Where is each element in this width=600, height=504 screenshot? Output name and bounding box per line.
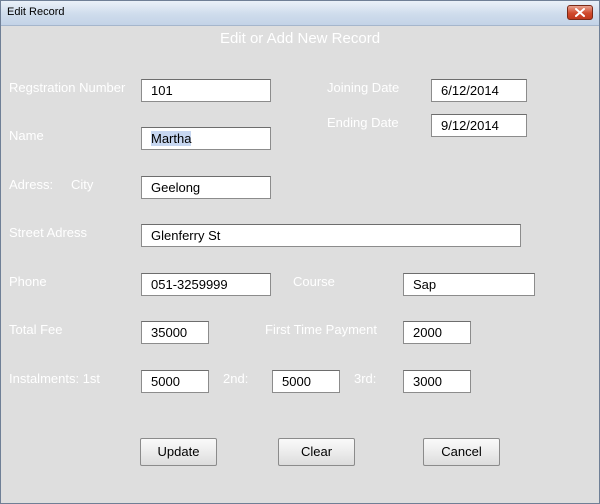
label-total-fee: Total Fee xyxy=(9,322,63,337)
registration-number-field[interactable]: 101 xyxy=(141,79,271,102)
joining-date-field[interactable]: 6/12/2014 xyxy=(431,79,527,102)
label-joining-date: Joining Date xyxy=(327,80,400,95)
title-bar: Edit Record xyxy=(1,1,599,26)
ending-date-field[interactable]: 9/12/2014 xyxy=(431,114,527,137)
form-heading: Edit or Add New Record xyxy=(219,30,381,47)
label-address: Adress: xyxy=(9,177,54,192)
instalment-1st-field[interactable]: 5000 xyxy=(141,370,209,393)
label-ending-date: Ending Date xyxy=(327,115,399,130)
city-field[interactable]: Geelong xyxy=(141,176,271,199)
label-first-time-payment: First Time Payment xyxy=(265,322,377,337)
label-instalment-2nd: 2nd: xyxy=(223,371,249,386)
label-city: City xyxy=(71,177,94,192)
cancel-button[interactable]: Cancel xyxy=(423,438,500,466)
label-street-address: Street Adress xyxy=(9,225,88,240)
form-area: Edit or Add New Record Regstration Numbe… xyxy=(1,26,599,503)
clear-button[interactable]: Clear xyxy=(278,438,355,466)
edit-record-window: Edit Record Edit or Add New Record Regst… xyxy=(0,0,600,504)
street-address-field[interactable]: Glenferry St xyxy=(141,224,521,247)
name-field-value: Martha xyxy=(151,131,192,146)
name-field[interactable]: Martha xyxy=(141,127,271,150)
label-instalment-3rd: 3rd: xyxy=(354,371,377,386)
label-name: Name xyxy=(9,128,44,143)
course-field[interactable]: Sap xyxy=(403,273,535,296)
close-button[interactable] xyxy=(567,5,593,20)
label-phone: Phone xyxy=(9,274,47,289)
label-course: Course xyxy=(293,274,335,289)
update-button[interactable]: Update xyxy=(140,438,217,466)
label-registration-number: Regstration Number xyxy=(9,80,126,95)
instalment-3rd-field[interactable]: 3000 xyxy=(403,370,471,393)
phone-field[interactable]: 051-3259999 xyxy=(141,273,271,296)
close-x-icon xyxy=(575,8,585,17)
instalment-2nd-field[interactable]: 5000 xyxy=(272,370,340,393)
first-time-payment-field[interactable]: 2000 xyxy=(403,321,471,344)
window-title: Edit Record xyxy=(7,6,65,18)
label-instalments-1st: Instalments: 1st xyxy=(9,371,101,386)
total-fee-field[interactable]: 35000 xyxy=(141,321,209,344)
